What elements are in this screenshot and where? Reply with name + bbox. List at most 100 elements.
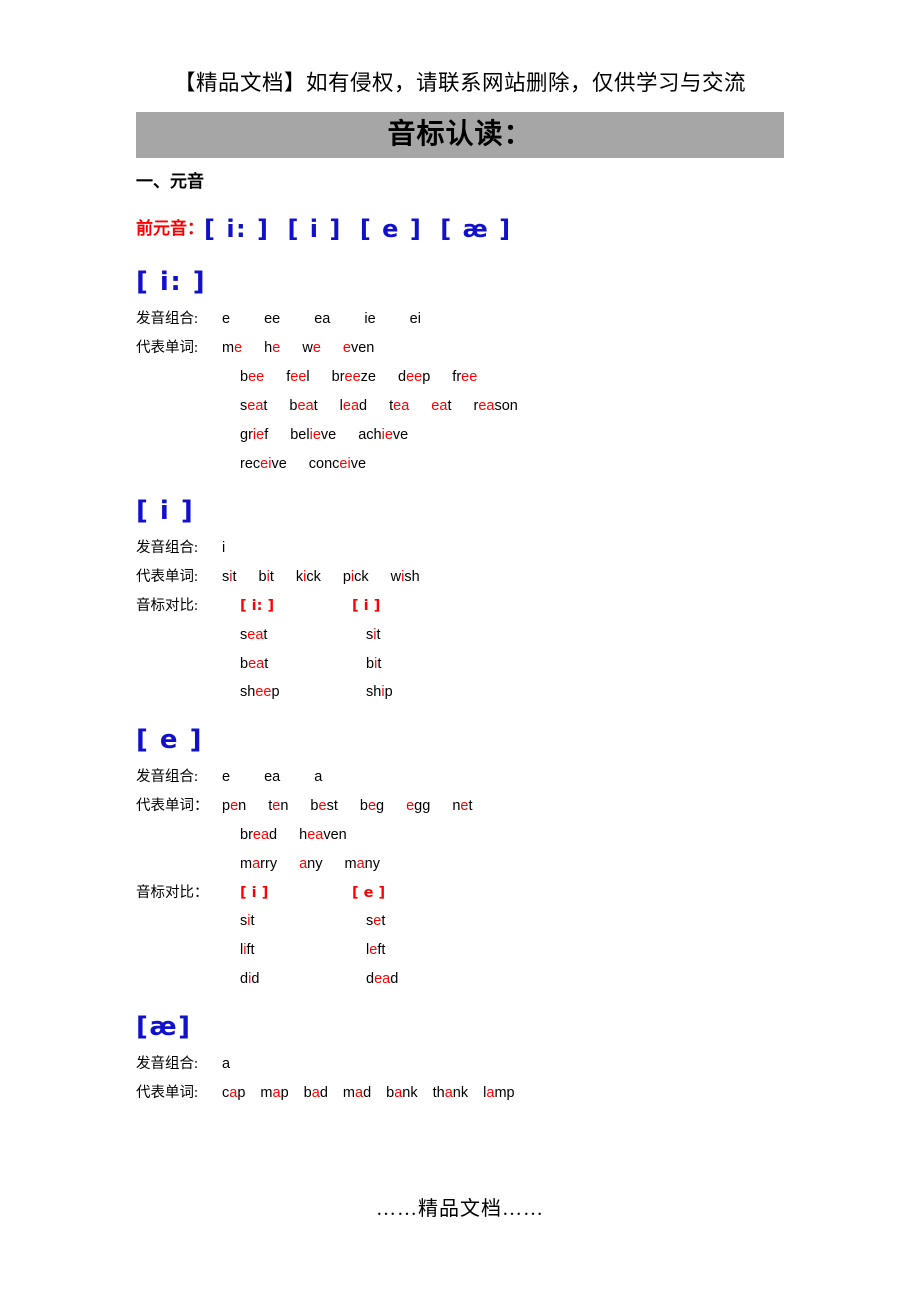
- word-item: sit: [222, 568, 237, 587]
- word-prefix: fr: [452, 368, 462, 385]
- front-vowel-symbol-2: [ e ]: [359, 215, 423, 244]
- word-suffix: p: [271, 684, 280, 701]
- word-prefix: d: [366, 971, 375, 988]
- word-prefix: m: [344, 855, 357, 872]
- word-suffix: nk: [402, 1084, 418, 1101]
- front-vowel-line: 前元音：[ i: ] [ i ] [ e ] [ æ ]: [136, 214, 836, 244]
- content-row: seat sit: [136, 626, 836, 645]
- content-row: sit set: [136, 912, 836, 931]
- word-suffix: t: [263, 397, 268, 414]
- word-highlight: e: [367, 798, 377, 815]
- phoneme-heading: [ i ]: [136, 496, 195, 527]
- word-suffix: t: [447, 397, 452, 414]
- word-highlight: ee: [344, 368, 361, 385]
- comparison-column-header: [ e ]: [352, 884, 464, 903]
- phoneme-heading: [ i: ]: [136, 267, 207, 298]
- word-suffix: ve: [320, 426, 337, 443]
- word-item: best: [310, 797, 337, 816]
- word-suffix: t: [313, 397, 318, 414]
- word-list: me he we even: [222, 339, 396, 358]
- word-suffix: d: [359, 397, 368, 414]
- comparison-cell: sit: [352, 626, 478, 645]
- word-prefix: b: [258, 569, 267, 586]
- word-suffix: ft: [377, 942, 386, 959]
- word-list: grief believe achieve: [222, 426, 430, 445]
- comparison-cell: dead: [352, 970, 478, 989]
- word-suffix: t: [232, 569, 237, 586]
- row-label: 代表单词:: [136, 569, 199, 586]
- word-suffix: l: [306, 368, 310, 385]
- word-highlight: e: [234, 340, 243, 357]
- comparison-cell: sheep: [240, 683, 352, 702]
- content-row: sheep ship: [136, 683, 836, 702]
- combination-item: ee: [264, 311, 281, 328]
- word-item: seat: [240, 397, 267, 416]
- word-highlight: ea: [431, 397, 448, 414]
- word-suffix: rry: [260, 855, 278, 872]
- content-row: bee feel breeze deep free: [136, 368, 836, 387]
- word-suffix: d: [269, 826, 278, 843]
- word-list: bee feel breeze deep free: [222, 368, 499, 387]
- word-prefix: b: [240, 368, 249, 385]
- comparison-cell: beat: [240, 655, 352, 674]
- word-suffix: d: [390, 971, 399, 988]
- combination-item: a: [314, 769, 323, 786]
- word-suffix: n: [280, 798, 289, 815]
- word-item: bad: [304, 1084, 328, 1103]
- combination-item: ie: [364, 311, 376, 328]
- word-highlight: ee: [248, 368, 265, 385]
- word-item: me: [222, 339, 242, 358]
- word-item: achieve: [358, 426, 408, 445]
- word-highlight: ea: [248, 655, 265, 672]
- comparison-cell: lift: [240, 941, 352, 960]
- word-prefix: sh: [240, 684, 256, 701]
- comparison-header-row: [ i ] [ e ]: [222, 884, 464, 903]
- word-prefix: h: [299, 826, 308, 843]
- combination-item: ei: [409, 311, 421, 328]
- word-item: lift: [240, 941, 255, 960]
- content-row: 发音组合: e ee ea ie ei: [136, 310, 836, 329]
- word-item: bit: [259, 568, 274, 587]
- word-list: pen ten best beg egg net: [222, 797, 495, 816]
- word-suffix: ve: [350, 455, 367, 472]
- word-prefix: p: [222, 798, 231, 815]
- row-label: 音标对比：: [136, 884, 209, 901]
- comparison-header-row: [ i: ] [ i ]: [222, 597, 464, 616]
- word-highlight: ee: [255, 684, 272, 701]
- word-highlight: a: [354, 1084, 364, 1101]
- word-prefix: b: [240, 655, 249, 672]
- word-item: net: [452, 797, 472, 816]
- content-row: beat bit: [136, 655, 836, 674]
- word-item: many: [345, 855, 381, 874]
- word-suffix: g: [376, 798, 385, 815]
- word-highlight: a: [311, 1084, 320, 1101]
- word-suffix: p: [422, 368, 431, 385]
- word-item: bee: [240, 368, 264, 387]
- word-suffix: ze: [360, 368, 376, 385]
- word-item: breeze: [332, 368, 376, 387]
- word-item: dead: [366, 970, 398, 989]
- comparison-phoneme-label: [ i ]: [240, 884, 269, 901]
- phoneme-heading: [ e ]: [136, 725, 204, 756]
- row-label: 发音组合:: [136, 311, 199, 328]
- word-highlight: ea: [247, 626, 264, 643]
- word-highlight: ea: [307, 826, 324, 843]
- word-prefix: m: [240, 855, 253, 872]
- word-item: cap: [222, 1084, 245, 1103]
- word-highlight: ea: [478, 397, 495, 414]
- word-highlight: ea: [393, 397, 410, 414]
- word-item: thank: [433, 1084, 469, 1103]
- word-prefix: m: [342, 1084, 355, 1101]
- word-item: conceive: [309, 455, 366, 474]
- front-vowel-symbol-3: [ æ ]: [440, 215, 512, 244]
- comparison-cell: ship: [352, 683, 478, 702]
- word-item: seat: [240, 626, 267, 645]
- word-item: feel: [286, 368, 309, 387]
- word-suffix: nk: [452, 1084, 469, 1101]
- combination-item: i: [222, 540, 226, 557]
- word-prefix: br: [331, 368, 345, 385]
- row-label: 音标对比:: [136, 597, 199, 614]
- word-list: sit bit kick pick wish: [222, 568, 442, 587]
- comparison-row: sheep ship: [222, 683, 478, 702]
- phoneme-heading: [æ]: [136, 1011, 192, 1042]
